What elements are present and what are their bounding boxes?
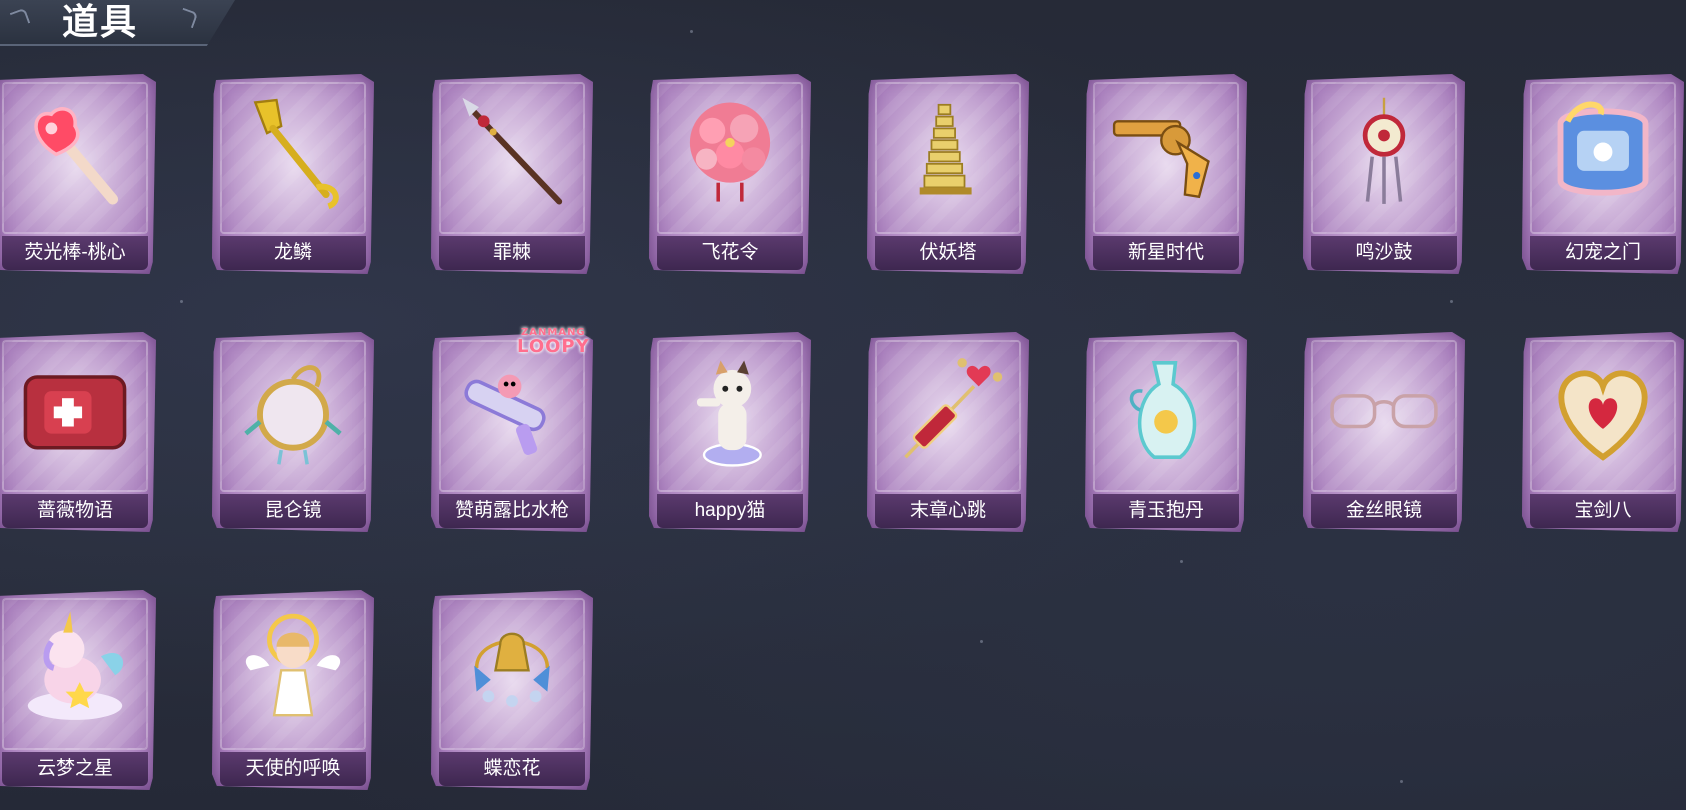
item-card[interactable]: 青玉抱丹: [1085, 332, 1247, 532]
header: 道具: [0, 0, 235, 46]
glasses-icon: [1323, 350, 1445, 470]
item-name: 新星时代: [1093, 236, 1239, 270]
background-speck: [180, 300, 183, 303]
item-card[interactable]: 伏妖塔: [867, 74, 1029, 274]
item-name: 天使的呼唤: [220, 752, 366, 786]
water-gun-icon: [451, 350, 573, 470]
item-card[interactable]: 云梦之星: [0, 590, 156, 790]
background-speck: [690, 30, 693, 33]
item-name: 飞花令: [657, 236, 803, 270]
item-name: 宝剑八: [1530, 494, 1676, 528]
item-name: 罪棘: [439, 236, 585, 270]
heart-locket-icon: [1542, 350, 1664, 470]
item-name: 伏妖塔: [875, 236, 1021, 270]
background-speck: [1400, 780, 1403, 783]
brand-logo-bottom: LOOPY: [517, 336, 590, 357]
item-card[interactable]: 金丝眼镜: [1303, 332, 1465, 532]
item-name: 鸣沙鼓: [1311, 236, 1457, 270]
revolver-icon: [1105, 92, 1227, 212]
item-card[interactable]: 昆仑镜: [212, 332, 374, 532]
item-name: 赞萌露比水枪: [439, 494, 585, 528]
cat-figure-icon: [669, 350, 791, 470]
item-card[interactable]: 赞萌露比水枪: [431, 332, 593, 532]
item-name: 青玉抱丹: [1093, 494, 1239, 528]
item-name: 幻宠之门: [1530, 236, 1676, 270]
background-speck: [1450, 300, 1453, 303]
bell-ornament-icon: [451, 608, 573, 728]
item-card[interactable]: 蔷薇物语: [0, 332, 156, 532]
item-name: 荧光棒-桃心: [2, 236, 148, 270]
header-ornament-icon: [177, 7, 199, 29]
item-card[interactable]: 龙鳞: [212, 74, 374, 274]
background-speck: [980, 640, 983, 643]
pagoda-icon: [887, 92, 1009, 212]
brand-logo: ZANMANG LOOPY: [517, 328, 590, 356]
item-card[interactable]: 末章心跳: [867, 332, 1029, 532]
item-name: 龙鳞: [220, 236, 366, 270]
item-card[interactable]: 荧光棒-桃心: [0, 74, 156, 274]
item-name: 云梦之星: [2, 752, 148, 786]
item-card[interactable]: 新星时代: [1085, 74, 1247, 274]
page-title: 道具: [62, 1, 139, 42]
jade-vase-icon: [1105, 350, 1227, 470]
item-card[interactable]: 幻宠之门: [1522, 74, 1684, 274]
mirror-icon: [232, 350, 354, 470]
item-card[interactable]: 罪棘: [431, 74, 593, 274]
item-card[interactable]: happy猫: [649, 332, 811, 532]
pet-device-icon: [1542, 92, 1664, 212]
item-card[interactable]: 鸣沙鼓: [1303, 74, 1465, 274]
item-card[interactable]: 天使的呼唤: [212, 590, 374, 790]
item-name: 金丝眼镜: [1311, 494, 1457, 528]
item-name: 蝶恋花: [439, 752, 585, 786]
inventory-screen: 道具 荧光棒-桃心 龙鳞 罪棘 飞花令 伏妖塔 新星时代 鸣沙鼓 幻宠之门蔷薇物语 昆仑镜 赞萌露…: [0, 0, 1686, 810]
unicorn-icon: [14, 608, 136, 728]
angel-figure-icon: [232, 608, 354, 728]
heart-glowstick-icon: [14, 92, 136, 212]
background-speck: [1180, 560, 1183, 563]
golden-shovel-icon: [232, 92, 354, 212]
medkit-icon: [14, 350, 136, 470]
item-card[interactable]: 宝剑八: [1522, 332, 1684, 532]
item-name: 昆仑镜: [220, 494, 366, 528]
item-name: 末章心跳: [875, 494, 1021, 528]
spear-icon: [451, 92, 573, 212]
header-ornament-icon: [9, 7, 31, 29]
item-card[interactable]: 蝶恋花: [431, 590, 593, 790]
heart-syringe-icon: [887, 350, 1009, 470]
drum-charm-icon: [1323, 92, 1445, 212]
flower-ball-icon: [669, 92, 791, 212]
item-card[interactable]: 飞花令: [649, 74, 811, 274]
item-name: 蔷薇物语: [2, 494, 148, 528]
item-name: happy猫: [657, 494, 803, 528]
